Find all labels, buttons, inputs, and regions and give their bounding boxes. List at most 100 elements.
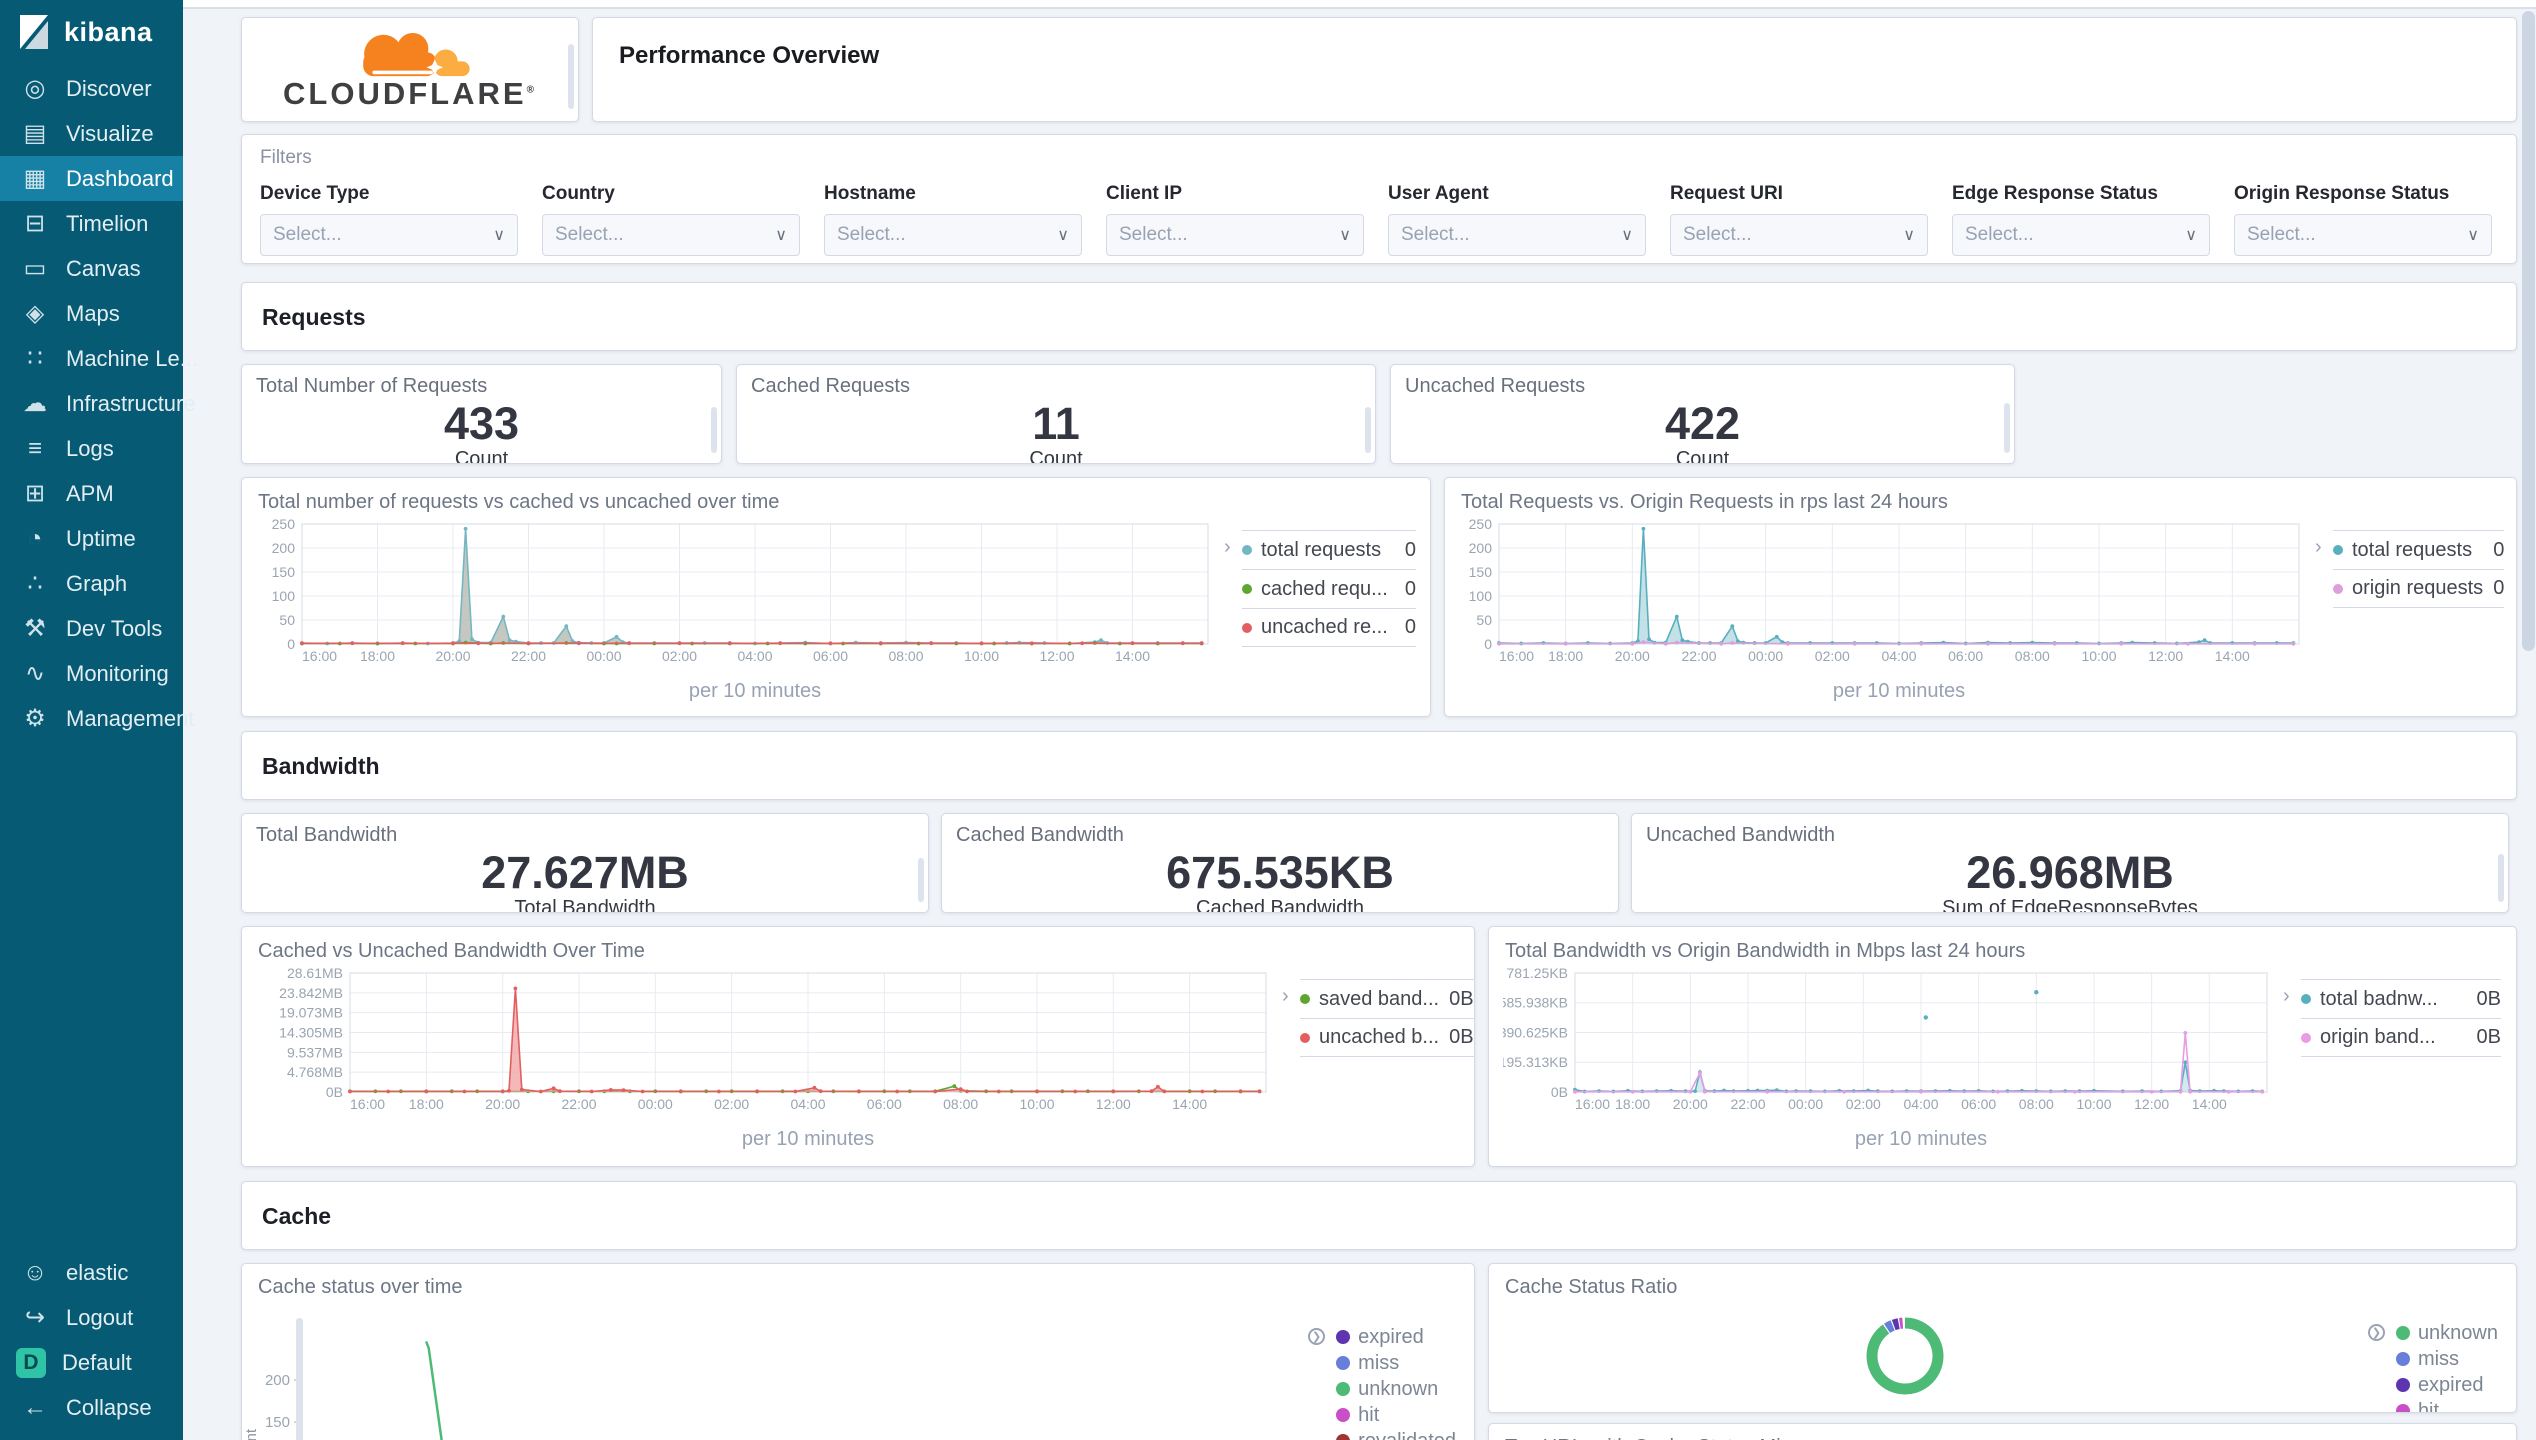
- stat-sub: Count: [1029, 448, 1083, 464]
- sidebar-item-uptime[interactable]: ◔ Uptime: [0, 516, 183, 561]
- sidebar-item-dev-tools[interactable]: ⚒ Dev Tools: [0, 606, 183, 651]
- legend-dot: [1336, 1330, 1351, 1344]
- legend-item-total-requests[interactable]: total requests 0: [2333, 530, 2505, 569]
- svg-text:00:00: 00:00: [1748, 648, 1783, 664]
- legend-item-total-badnw[interactable]: total badnw... 0B: [2301, 979, 2501, 1018]
- stat-total-bandwidth: Total Bandwidth 27.627MB Total Bandwidth: [241, 813, 929, 913]
- sidebar-item-management[interactable]: ⚙ Management: [0, 696, 194, 741]
- panel-scrollbar[interactable]: [1365, 407, 1371, 453]
- sidebar-item-logout[interactable]: ↪ Logout: [0, 1295, 183, 1340]
- legend-item-miss[interactable]: miss: [2395, 1346, 2498, 1372]
- legend-collapse-icon[interactable]: ›: [2315, 536, 2322, 559]
- svg-text:10:00: 10:00: [1019, 1096, 1054, 1112]
- donut-slice-miss: [1884, 1320, 1895, 1334]
- legend-dot: [1300, 1032, 1310, 1043]
- panel-scrollbar[interactable]: [711, 407, 717, 453]
- sidebar-item-collapse[interactable]: ← Collapse: [0, 1385, 183, 1430]
- legend-item-saved-band[interactable]: saved band... 0B: [1300, 979, 1474, 1018]
- svg-text:14.305MB: 14.305MB: [279, 1025, 343, 1041]
- stat-value: 675.535KB: [1166, 847, 1394, 898]
- sidebar-item-graph[interactable]: ∴ Graph: [0, 561, 183, 606]
- filter-select-edge-response-status[interactable]: Select... ∨: [1952, 214, 2210, 256]
- legend-collapse-icon[interactable]: ›: [1282, 985, 1289, 1008]
- svg-text:16:00: 16:00: [1499, 648, 1534, 664]
- stat-value: 11: [1032, 398, 1080, 449]
- select-placeholder: Select...: [2247, 224, 2316, 245]
- legend-collapse-icon[interactable]: ›: [2283, 985, 2290, 1008]
- svg-text:02:00: 02:00: [1846, 1096, 1881, 1112]
- filter-edge-response-status: Edge Response Status Select... ∨: [1952, 183, 2210, 256]
- filter-select-country[interactable]: Select... ∨: [542, 214, 800, 256]
- management-icon: ⚙: [24, 705, 46, 732]
- filter-select-origin-response-status[interactable]: Select... ∨: [2234, 214, 2492, 256]
- panel-scrollbar[interactable]: [918, 858, 924, 902]
- chevron-down-icon: ∨: [775, 227, 787, 244]
- legend-item-hit[interactable]: hit: [2395, 1398, 2498, 1412]
- legend-dot: [2333, 583, 2343, 594]
- sidebar-item-logs[interactable]: ≡ Logs: [0, 426, 183, 471]
- user-icon: ☺: [22, 1258, 48, 1286]
- sidebar-item-visualize[interactable]: ▤ Visualize: [0, 111, 183, 156]
- legend-item-origin-band[interactable]: origin band... 0B: [2301, 1018, 2501, 1057]
- legend-item-origin-requests[interactable]: origin requests 0: [2333, 569, 2505, 608]
- sidebar-item-infrastructure[interactable]: ☁ Infrastructure: [0, 381, 196, 426]
- sidebar-item-default[interactable]: D Default: [0, 1340, 183, 1385]
- page-scrollbar-thumb[interactable]: [2522, 11, 2535, 651]
- chart-legend: › total requests 0 origin requests 0: [2315, 530, 2505, 703]
- panel-scrollbar[interactable]: [296, 1318, 303, 1440]
- legend-item-miss[interactable]: miss: [1336, 1350, 1456, 1376]
- filter-device-type: Device Type Select... ∨: [260, 183, 518, 256]
- sidebar-item-apm[interactable]: ⊞ APM: [0, 471, 183, 516]
- sidebar-item-dashboard[interactable]: ▦ Dashboard: [0, 156, 183, 201]
- panel-scrollbar[interactable]: [2004, 403, 2010, 453]
- svg-text:150: 150: [265, 1414, 290, 1431]
- discover-icon: ◎: [24, 75, 46, 102]
- filter-select-hostname[interactable]: Select... ∨: [824, 214, 1082, 256]
- legend-item-hit[interactable]: hit: [1336, 1402, 1456, 1428]
- legend-item-cached-requ[interactable]: cached requ... 0: [1242, 569, 1416, 608]
- panel-scrollbar[interactable]: [568, 44, 574, 109]
- section-header-bandwidth: Bandwidth: [241, 731, 2517, 800]
- stat-title: Uncached Bandwidth: [1646, 824, 1836, 846]
- filter-select-request-uri[interactable]: Select... ∨: [1670, 214, 1928, 256]
- svg-text:200: 200: [272, 540, 296, 556]
- filter-select-client-ip[interactable]: Select... ∨: [1106, 214, 1364, 256]
- svg-text:200: 200: [1469, 540, 1493, 556]
- panel-scrollbar[interactable]: [2498, 854, 2504, 902]
- filter-select-user-agent[interactable]: Select... ∨: [1388, 214, 1646, 256]
- legend-dot: [2301, 994, 2311, 1004]
- sidebar-item-elastic[interactable]: ☺ elastic: [0, 1250, 183, 1295]
- sidebar-item-label: Infrastructure: [66, 390, 196, 416]
- svg-text:0B: 0B: [1551, 1084, 1568, 1100]
- legend-collapse-icon[interactable]: ›: [1224, 536, 1231, 559]
- chart-legend: › saved band... 0B uncached b... 0B: [1282, 979, 1474, 1151]
- graph-icon: ∴: [27, 570, 43, 597]
- sidebar-item-maps[interactable]: ◈ Maps: [0, 291, 183, 336]
- stat-sub: Count: [454, 448, 509, 464]
- sidebar: kibana ◎ Discover ▤ Visualize ▦ Dashboard ⊟ Tim…: [0, 0, 198, 1440]
- legend-item-expired[interactable]: expired: [2395, 1372, 2498, 1398]
- legend-item-uncached-b[interactable]: uncached b... 0B: [1300, 1018, 1474, 1057]
- legend-collapse-icon[interactable]: ❯: [2367, 1324, 2385, 1341]
- legend-item-uncached-re[interactable]: uncached re... 0: [1242, 608, 1416, 647]
- cache-status-legend: ❯expiredmiss unknown hit revalidated: [1308, 1324, 1456, 1440]
- legend-item-expired[interactable]: ❯ expired: [1308, 1324, 1456, 1350]
- legend-item-unknown[interactable]: ❯ unknown: [2367, 1320, 2498, 1346]
- svg-text:16:00: 16:00: [1575, 1096, 1610, 1112]
- sidebar-item-machine-le[interactable]: ∷ Machine Le...: [0, 336, 198, 381]
- sidebar-item-monitoring[interactable]: ∿ Monitoring: [0, 651, 183, 696]
- legend-item-revalidated[interactable]: revalidated: [1336, 1428, 1456, 1440]
- legend-item-unknown[interactable]: unknown: [1336, 1376, 1456, 1402]
- sidebar-item-canvas[interactable]: ▭ Canvas: [0, 246, 183, 291]
- uptime-icon: ◔: [27, 524, 43, 552]
- kibana-logo[interactable]: kibana: [0, 0, 183, 66]
- stat-cached-requests: Cached Requests 11 Count: [736, 364, 1376, 464]
- sidebar-item-discover[interactable]: ◎ Discover: [0, 66, 183, 111]
- legend-item-total-requests[interactable]: total requests 0: [1242, 530, 1416, 569]
- filter-select-device-type[interactable]: Select... ∨: [260, 214, 518, 256]
- sidebar-item-timelion[interactable]: ⊟ Timelion: [0, 201, 183, 246]
- sidebar-item-label: Visualize: [66, 120, 154, 146]
- legend-value: 0B: [1449, 1026, 1474, 1048]
- svg-text:18:00: 18:00: [1615, 1096, 1650, 1112]
- page-scrollbar[interactable]: [2521, 11, 2536, 1440]
